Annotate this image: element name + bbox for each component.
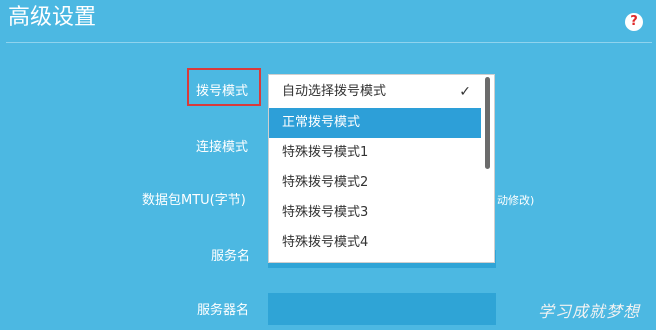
dial-mode-dropdown[interactable]: 自动选择拨号模式 ✓ 正常拨号模式 特殊拨号模式1 特殊拨号模式2 特殊拨号模式… — [268, 74, 495, 263]
dropdown-option[interactable]: 特殊拨号模式4 — [269, 228, 481, 258]
connect-mode-label: 连接模式 — [196, 140, 249, 155]
dropdown-scrollbar[interactable] — [485, 77, 490, 169]
server-name-label: 服务器名 — [197, 303, 250, 318]
option-label: 特殊拨号模式4 — [282, 235, 369, 250]
option-label: 正常拨号模式 — [282, 115, 361, 130]
check-icon: ✓ — [459, 84, 471, 100]
server-name-input[interactable] — [268, 293, 496, 325]
page-title: 高级设置 — [8, 5, 97, 30]
option-label: 自动选择拨号模式 — [282, 84, 387, 99]
dial-mode-label: 拨号模式 — [196, 84, 249, 99]
dropdown-option[interactable]: 自动选择拨号模式 ✓ — [269, 77, 481, 107]
mtu-label: 数据包MTU(字节) — [142, 193, 246, 208]
question-icon[interactable]: ? — [625, 13, 643, 31]
mtu-hint: 动修改) — [497, 194, 535, 207]
option-label: 特殊拨号模式1 — [282, 145, 369, 160]
dropdown-option[interactable]: 特殊拨号模式2 — [269, 168, 481, 198]
watermark: 学习成就梦想 — [538, 302, 641, 321]
header-divider — [6, 42, 652, 43]
option-label: 特殊拨号模式2 — [282, 175, 369, 190]
option-label: 特殊拨号模式3 — [282, 205, 369, 220]
dropdown-option[interactable]: 正常拨号模式 — [269, 108, 481, 138]
service-name-label: 服务名 — [211, 249, 251, 264]
dropdown-option[interactable]: 特殊拨号模式1 — [269, 138, 481, 168]
dropdown-option[interactable]: 特殊拨号模式3 — [269, 198, 481, 228]
